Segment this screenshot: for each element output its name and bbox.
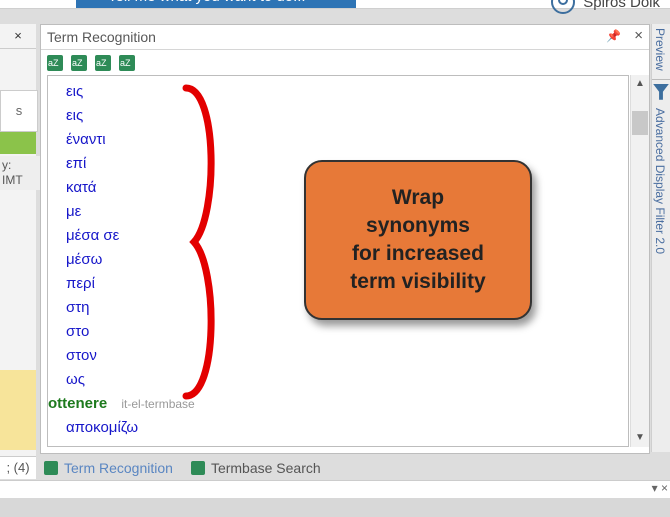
preview-tab[interactable]: Preview xyxy=(652,24,668,75)
scrollbar[interactable]: ▲ ▼ xyxy=(630,75,649,447)
lower-bar-controls[interactable]: ▾ × xyxy=(652,481,668,495)
scroll-up-icon[interactable]: ▲ xyxy=(631,75,649,93)
panel-title: Term Recognition xyxy=(47,29,156,45)
bottom-tab-bar: Term Recognition Termbase Search xyxy=(40,454,325,482)
panel-toolbar xyxy=(41,50,649,76)
panel-header: Term Recognition 📌 × xyxy=(41,25,649,50)
tell-me-text: Tell me what you want to do... xyxy=(108,0,388,5)
right-sidebar: Preview Advanced Display Filter 2.0 xyxy=(651,24,670,452)
tell-me-box[interactable]: Tell me what you want to do... xyxy=(76,0,356,8)
filter-icon[interactable] xyxy=(653,84,669,100)
left-meta: y: IMT xyxy=(0,156,40,190)
lower-bar: ▾ × xyxy=(0,480,670,500)
advanced-filter-tab[interactable]: Advanced Display Filter 2.0 xyxy=(652,104,668,258)
source-term: ottenere xyxy=(48,395,107,412)
user-account[interactable]: Spiros Dolk xyxy=(551,0,660,14)
annotation-callout: Wrap synonyms for increased term visibil… xyxy=(304,160,532,320)
left-status-green xyxy=(0,132,36,154)
ribbon-bar: Tell me what you want to do... Spiros Do… xyxy=(0,0,670,9)
tab-termbase-search[interactable]: Termbase Search xyxy=(191,460,321,476)
brace-annotation xyxy=(158,76,230,406)
scroll-thumb[interactable] xyxy=(632,111,648,135)
term-recognition-panel: Term Recognition 📌 × εις εις έναντι επί … xyxy=(40,24,650,454)
left-status-yellow xyxy=(0,370,36,450)
pin-icon[interactable]: 📌 xyxy=(606,29,621,43)
scroll-down-icon[interactable]: ▼ xyxy=(631,429,649,447)
toolbar-icon-1[interactable] xyxy=(47,55,63,71)
panel-close-button[interactable]: × xyxy=(634,27,643,44)
user-name: Spiros Dolk xyxy=(583,0,660,11)
toolbar-icon-2[interactable] xyxy=(71,55,87,71)
separator xyxy=(652,79,670,80)
term-recognition-icon xyxy=(44,461,58,475)
left-tag-s: s xyxy=(0,90,38,132)
left-count-badge: ; (4) xyxy=(0,456,36,479)
termbase-search-icon xyxy=(191,461,205,475)
user-icon xyxy=(551,0,575,14)
term-item[interactable]: αποκομίζω xyxy=(66,416,195,440)
tab-term-recognition[interactable]: Term Recognition xyxy=(44,460,173,476)
status-bar xyxy=(0,498,670,517)
left-close-button[interactable]: × xyxy=(0,26,36,49)
toolbar-icon-3[interactable] xyxy=(95,55,111,71)
term-list-area: εις εις έναντι επί κατά με μέσα σε μέσω … xyxy=(47,75,629,447)
toolbar-icon-4[interactable] xyxy=(119,55,135,71)
